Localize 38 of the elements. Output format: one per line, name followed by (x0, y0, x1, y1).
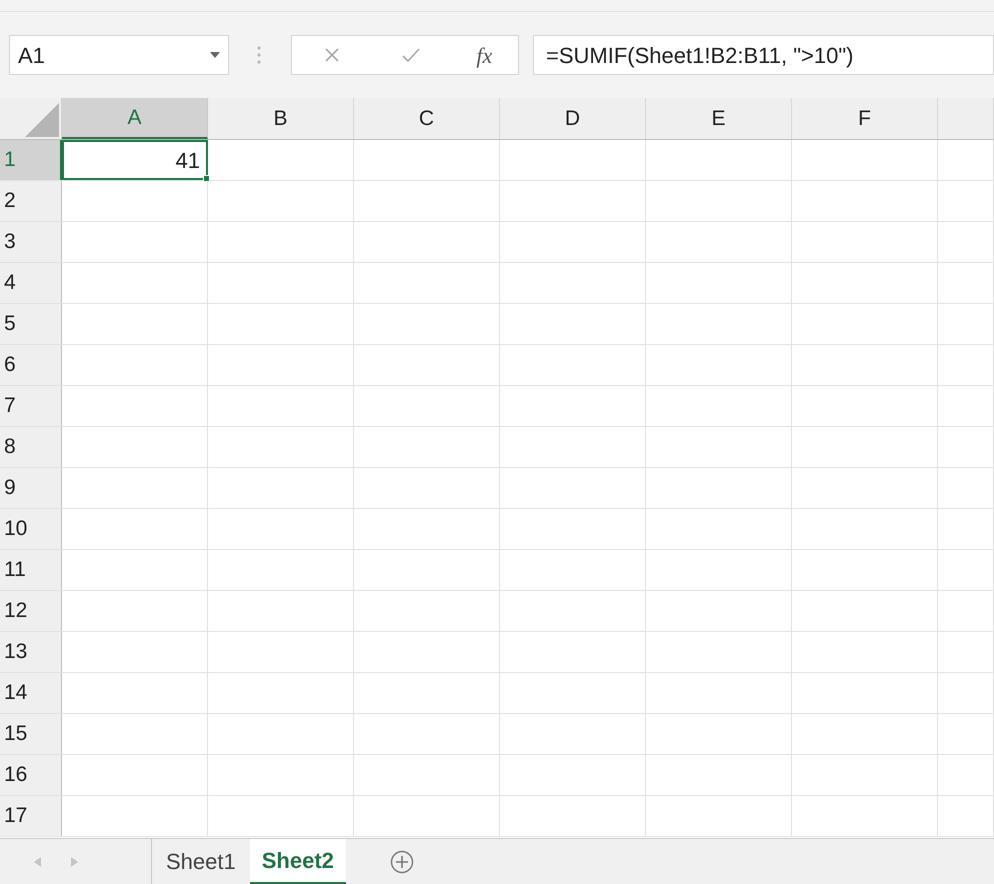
row-header[interactable]: 6 (0, 345, 62, 385)
row-header[interactable]: 7 (0, 386, 62, 426)
row-header[interactable]: 11 (0, 550, 62, 590)
name-box[interactable]: A1 (9, 35, 229, 75)
column-header[interactable]: B (208, 98, 354, 139)
row-header[interactable]: 15 (0, 714, 62, 754)
row-header[interactable]: 14 (0, 673, 62, 713)
insert-function-button[interactable]: fx (470, 37, 498, 73)
row-header[interactable]: 17 (0, 796, 62, 836)
sheet-tab[interactable]: Sheet2 (250, 839, 346, 884)
formula-field[interactable]: =SUMIF(Sheet1!B2:B11, ">10") (533, 35, 994, 75)
grip-icon (257, 45, 261, 65)
column-header[interactable]: E (646, 98, 792, 139)
row-header[interactable]: 2 (0, 181, 62, 221)
row-header[interactable]: 1 (0, 140, 62, 180)
column-header[interactable]: D (500, 98, 646, 139)
close-icon (324, 47, 340, 63)
cell[interactable]: 41 (62, 140, 208, 180)
check-icon (402, 48, 420, 62)
row-header[interactable]: 9 (0, 468, 62, 508)
row-header[interactable]: 10 (0, 509, 62, 549)
scroll-left-icon[interactable] (34, 856, 41, 866)
column-header[interactable]: A (62, 98, 208, 139)
row-header[interactable]: 13 (0, 632, 62, 672)
row-header[interactable]: 16 (0, 755, 62, 795)
row-header[interactable]: 3 (0, 222, 62, 262)
column-header[interactable]: F (792, 98, 938, 139)
fill-handle[interactable] (203, 175, 210, 182)
scroll-right-icon[interactable] (71, 856, 78, 866)
sheet-tab[interactable]: Sheet1 (152, 839, 250, 884)
plus-icon (390, 850, 414, 874)
column-header[interactable]: C (354, 98, 500, 139)
row-header[interactable]: 4 (0, 263, 62, 303)
select-all-icon[interactable] (25, 103, 59, 137)
row-header[interactable]: 5 (0, 304, 62, 344)
row-header[interactable]: 12 (0, 591, 62, 631)
row-header[interactable]: 8 (0, 427, 62, 467)
caret-icon (210, 52, 220, 58)
